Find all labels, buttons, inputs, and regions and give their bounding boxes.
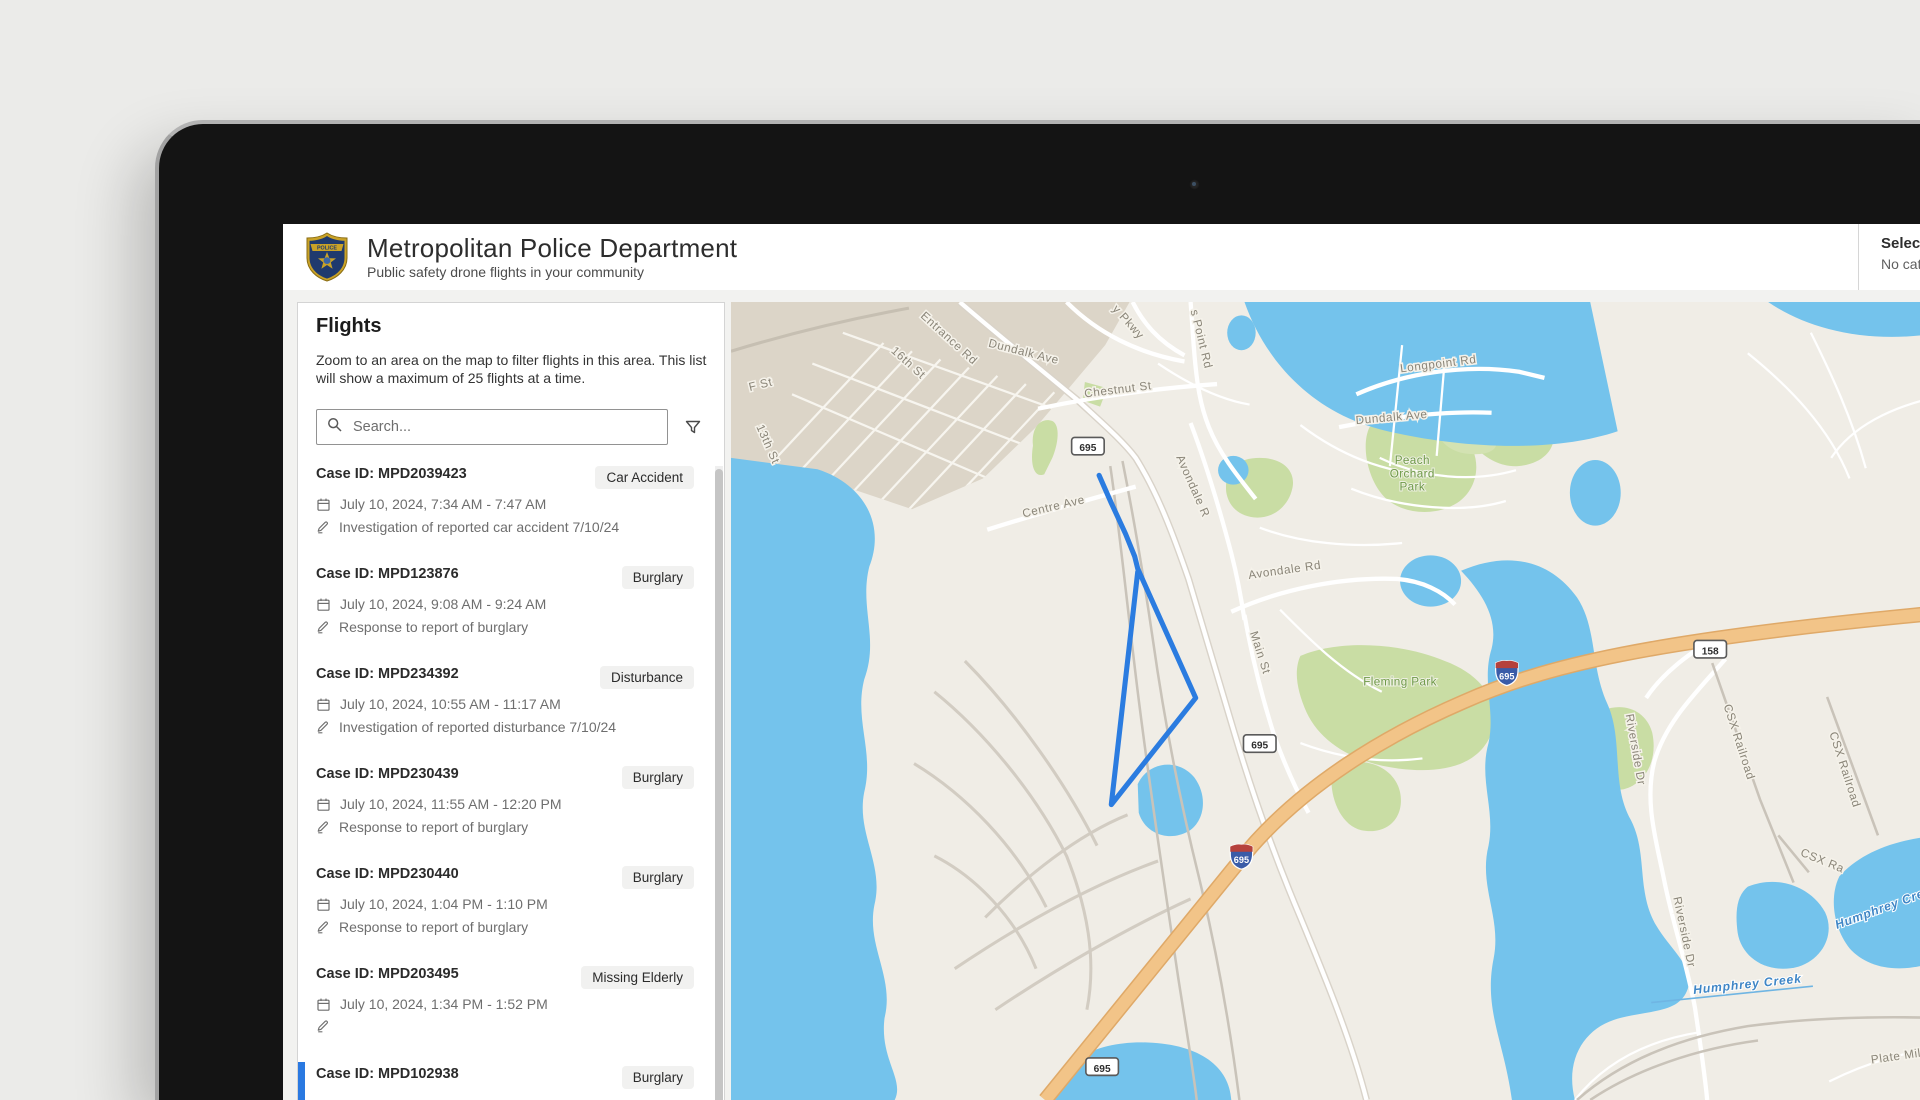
flight-list: Case ID: MPD2039423 Car Accident July 10…: [298, 460, 706, 1100]
interstate-shield: 695: [1229, 843, 1254, 870]
filter-icon[interactable]: [682, 416, 704, 438]
list-item[interactable]: Case ID: MPD230440 Burglary July 10, 202…: [316, 860, 706, 960]
category-badge: Missing Elderly: [581, 966, 694, 990]
case-id: Case ID: MPD123876: [316, 566, 459, 583]
pencil-icon: [317, 721, 328, 734]
flight-datetime-row: July 10, 2024, 7:34 AM - 7:47 AM: [316, 496, 706, 512]
calendar-icon: [317, 498, 330, 511]
flights-sidebar: Flights Zoom to an area on the map to fi…: [297, 302, 725, 1100]
case-id: Case ID: MPD230440: [316, 866, 459, 883]
laptop-bezel: POLICE Metropolitan Police Department Pu…: [155, 120, 1920, 1100]
flight-datetime-row: July 10, 2024, 10:55 AM - 11:17 AM: [316, 696, 706, 712]
pencil-icon: [317, 1020, 328, 1033]
case-id: Case ID: MPD2039423: [316, 466, 467, 483]
list-item[interactable]: Case ID: MPD234392 Disturbance July 10, …: [316, 660, 706, 760]
flight-datetime: July 10, 2024, 11:55 AM - 12:20 PM: [340, 796, 562, 813]
page-subtitle: Public safety drone flights in your comm…: [367, 264, 645, 281]
svg-text:695: 695: [1094, 1064, 1111, 1075]
route-shield: 695: [1085, 1057, 1120, 1077]
map-park-label: Orchard: [1390, 467, 1435, 480]
svg-text:POLICE: POLICE: [317, 246, 337, 252]
flight-note: Investigation of reported car accident 7…: [339, 519, 620, 536]
search-row: [316, 409, 706, 446]
sidebar-description: Zoom to an area on the map to filter fli…: [316, 352, 707, 387]
flight-datetime: July 10, 2024, 1:04 PM - 1:10 PM: [340, 896, 548, 913]
case-id: Case ID: MPD203495: [316, 966, 459, 983]
search-input[interactable]: [351, 418, 657, 437]
category-badge: Car Accident: [595, 466, 694, 490]
category-badge: Burglary: [621, 566, 694, 590]
webcam-dot: [1189, 179, 1200, 190]
flight-note-row: Investigation of reported car accident 7…: [316, 519, 706, 535]
svg-text:695: 695: [1079, 443, 1096, 454]
police-badge-logo: POLICE: [305, 232, 349, 282]
calendar-icon: [317, 798, 330, 811]
search-box[interactable]: [316, 409, 668, 446]
flight-note-row: Response to report of burglary: [316, 919, 706, 935]
pencil-icon: [317, 921, 328, 934]
flight-datetime: July 10, 2024, 9:08 AM - 9:24 AM: [340, 596, 547, 613]
pencil-icon: [317, 821, 328, 834]
app-header: POLICE Metropolitan Police Department Pu…: [283, 224, 1920, 291]
interstate-shield: 695: [1495, 660, 1519, 687]
flight-datetime: July 10, 2024, 10:55 AM - 11:17 AM: [340, 696, 561, 713]
flight-note: Response to report of burglary: [339, 819, 529, 836]
flight-note: Response to report of burglary: [339, 619, 529, 636]
list-item[interactable]: Case ID: MPD230439 Burglary July 10, 202…: [316, 760, 706, 860]
flight-note-row: Response to report of burglary: [316, 619, 706, 635]
calendar-icon: [317, 598, 330, 611]
route-shield: 695: [1070, 436, 1105, 456]
svg-text:695: 695: [1251, 741, 1268, 752]
route-shield: 695: [1242, 734, 1277, 754]
category-badge: Burglary: [621, 866, 694, 890]
list-item[interactable]: Case ID: MPD123876 Burglary July 10, 202…: [316, 560, 706, 660]
flight-datetime: July 10, 2024, 7:34 AM - 7:47 AM: [340, 496, 547, 513]
page-title: Metropolitan Police Department: [367, 232, 738, 263]
header-titles: Metropolitan Police Department Public sa…: [367, 232, 738, 281]
svg-text:695: 695: [1499, 671, 1514, 681]
list-item[interactable]: Case ID: MPD2039423 Car Accident July 10…: [316, 460, 706, 560]
category-select-panel[interactable]: Select No cat: [1858, 224, 1920, 290]
svg-text:695: 695: [1234, 855, 1249, 865]
flight-datetime: July 10, 2024, 1:34 PM - 1:52 PM: [340, 996, 548, 1013]
category-badge: Burglary: [621, 766, 694, 790]
app-screen: POLICE Metropolitan Police Department Pu…: [283, 224, 1920, 1100]
no-categories-text: No cat: [1881, 256, 1920, 272]
search-icon: [327, 417, 343, 438]
flight-datetime-row: July 10, 2024, 1:34 PM - 1:52 PM: [316, 996, 706, 1012]
case-id: Case ID: MPD234392: [316, 666, 459, 683]
list-item[interactable]: Case ID: MPD102938 Burglary: [298, 1060, 706, 1100]
map[interactable]: F St 13th St 16th St Entrance Rd Dundalk Ave…: [731, 302, 1920, 1100]
flight-note-row: Response to report of burglary: [316, 819, 706, 835]
list-item[interactable]: Case ID: MPD203495 Missing Elderly July …: [316, 960, 706, 1060]
flight-datetime-row: July 10, 2024, 1:04 PM - 1:10 PM: [316, 896, 706, 912]
pencil-icon: [317, 621, 328, 634]
selected-indicator: [298, 1062, 305, 1100]
flight-datetime-row: July 10, 2024, 9:08 AM - 9:24 AM: [316, 596, 706, 612]
flight-datetime-row: July 10, 2024, 11:55 AM - 12:20 PM: [316, 796, 706, 812]
select-label: Select: [1881, 235, 1920, 252]
map-park-label: Peach: [1395, 454, 1430, 467]
svg-text:158: 158: [1702, 646, 1719, 657]
calendar-icon: [317, 898, 330, 911]
flight-note: Investigation of reported disturbance 7/…: [339, 719, 617, 736]
sidebar-heading: Flights: [316, 315, 382, 337]
calendar-icon: [317, 998, 330, 1011]
content-area: Flights Zoom to an area on the map to fi…: [283, 290, 1920, 1100]
map-park-label: Park: [1399, 481, 1425, 494]
pencil-icon: [317, 521, 328, 534]
flight-note: Response to report of burglary: [339, 919, 529, 936]
flight-note-row: [316, 1019, 706, 1033]
category-badge: Disturbance: [599, 666, 694, 690]
category-badge: Burglary: [621, 1066, 694, 1090]
flight-note-row: Investigation of reported disturbance 7/…: [316, 719, 706, 735]
sidebar-scrollbar-thumb[interactable]: [715, 469, 723, 1100]
calendar-icon: [317, 698, 330, 711]
case-id: Case ID: MPD230439: [316, 766, 459, 783]
map-park-label: Fleming Park: [1363, 676, 1437, 689]
route-shield: 158: [1693, 639, 1728, 659]
